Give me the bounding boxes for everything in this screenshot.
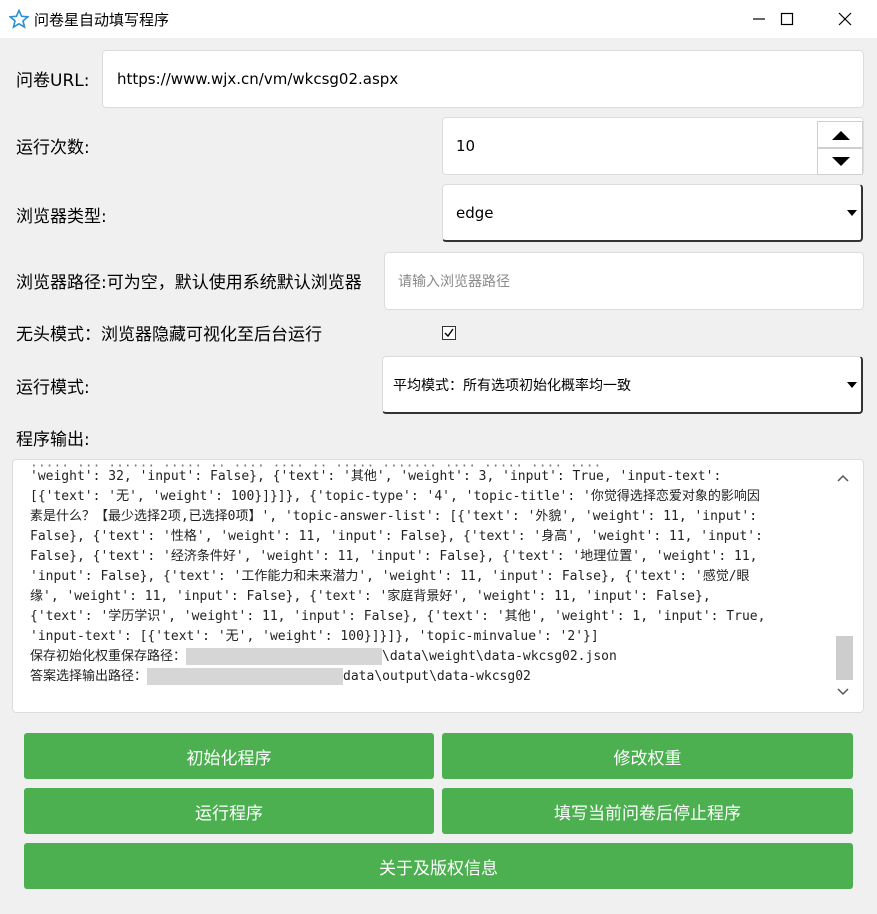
output-line: 缘', 'weight': 11, 'input': False}, {'tex… [30,589,711,604]
browser-path-placeholder: 请输入浏览器路径 [398,274,510,290]
url-value: https://www.wjx.cn/vm/wkcsg02.aspx [117,70,399,88]
maximize-button[interactable] [758,0,816,38]
output-line: 'weight': 32, 'input': False}, {'text': … [30,469,722,484]
run-button[interactable]: 运行程序 [24,788,434,834]
checkmark-icon [444,328,454,338]
chevron-down-icon [847,381,857,388]
answer-output-path-line: 答案选择输出路径： data\output\data-wkcsg02 [30,667,830,687]
output-line: 素是什么？【最少选择2项,已选择0项】', 'topic-answer-list… [30,509,758,524]
url-label: 问卷URL: [16,71,90,91]
chevron-down-icon[interactable] [837,688,849,696]
triangle-down-icon [832,157,850,166]
browser-type-select[interactable]: edge [442,184,863,242]
answer-output-suffix: data\output\data-wkcsg02 [343,669,531,684]
browser-path-input[interactable]: 请输入浏览器路径 [384,252,864,310]
headless-checkbox[interactable] [442,326,456,340]
close-icon [838,12,852,26]
title-bar: 问卷星自动填写程序 [0,0,877,38]
output-scrollbar[interactable] [833,470,853,704]
output-line: {'text': '学历学识', 'weight': 11, 'input': … [30,609,766,624]
answer-output-label: 答案选择输出路径： [30,669,148,684]
redacted-path [186,648,383,665]
url-input[interactable]: https://www.wjx.cn/vm/wkcsg02.aspx [102,50,864,108]
output-line: False}, {'text': '经济条件好', 'weight': 11, … [30,549,758,564]
triangle-up-icon [832,131,850,140]
browser-path-label: 浏览器路径:可为空，默认使用系统默认浏览器 [16,273,362,293]
init-button[interactable]: 初始化程序 [24,733,434,779]
redacted-path [147,668,344,685]
run-mode-select[interactable]: 平均模式：所有选项初始化概率均一致 [382,356,863,414]
save-weights-label: 保存初始化权重保存路径： [30,649,187,664]
runs-spinbox[interactable]: 10 [442,117,864,175]
save-weights-suffix: \data\weight\data-wkcsg02.json [382,649,617,664]
output-line: 'input-text': [{'text': '无', 'weight': 1… [30,629,599,644]
output-line-clipped: ····· ··· ······ ····· ·· ···· ···· ·· ·… [30,459,602,467]
window-title: 问卷星自动填写程序 [34,11,170,29]
runs-value: 10 [456,137,476,155]
output-line: 'input': False}, {'text': '工作能力和未来潜力', '… [30,569,750,584]
about-button[interactable]: 关于及版权信息 [24,843,853,889]
headless-label: 无头模式：浏览器隐藏可视化至后台运行 [16,325,322,345]
output-label: 程序输出: [16,430,90,450]
output-text: ····· ··· ······ ····· ·· ···· ···· ·· ·… [30,459,830,687]
browser-type-label: 浏览器类型: [16,207,107,227]
maximize-icon [780,12,794,26]
spin-down-button[interactable] [817,148,863,175]
browser-type-value: edge [456,203,494,222]
output-line: False}, {'text': '性格', 'weight': 11, 'in… [30,529,763,544]
stop-after-current-button[interactable]: 填写当前问卷后停止程序 [442,788,853,834]
program-output[interactable]: ····· ··· ······ ····· ·· ···· ···· ·· ·… [12,459,864,713]
modify-weights-button[interactable]: 修改权重 [442,733,853,779]
chevron-down-icon [847,209,857,216]
spin-up-button[interactable] [817,121,863,148]
star-icon [9,9,29,29]
run-mode-label: 运行模式: [16,378,90,398]
chevron-up-icon[interactable] [837,474,849,482]
output-line: [{'text': '无', 'weight': 100}]}]}, {'top… [30,489,760,504]
runs-label: 运行次数: [16,138,90,158]
scroll-thumb[interactable] [836,636,853,680]
save-weights-path-line: 保存初始化权重保存路径： \data\weight\data-wkcsg02.js… [30,647,830,667]
close-button[interactable] [816,0,874,38]
run-mode-value: 平均模式：所有选项初始化概率均一致 [393,377,631,394]
